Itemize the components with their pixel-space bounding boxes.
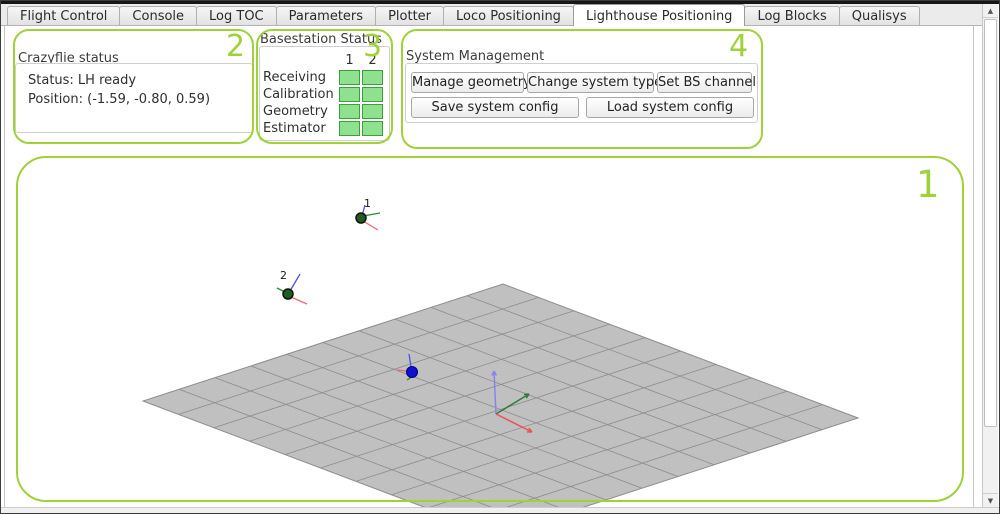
change-system-type-button[interactable]: Change system type <box>527 72 654 93</box>
svg-text:1: 1 <box>364 197 371 210</box>
tab-bar: Flight Control Console Log TOC Parameter… <box>1 4 983 26</box>
tab-log-blocks[interactable]: Log Blocks <box>744 6 839 25</box>
bs-row-estimator: Estimator <box>263 121 337 137</box>
position-text: Position: (-1.59, -0.80, 0.59) <box>28 92 210 107</box>
status-indicator-geometry-2 <box>362 104 383 119</box>
status-indicator-estimator-1 <box>339 121 360 136</box>
tab-loco-positioning[interactable]: Loco Positioning <box>443 6 574 25</box>
status-indicator-geometry-1 <box>339 104 360 119</box>
status-indicator-calibration-2 <box>362 87 383 102</box>
scroll-down-icon[interactable]: ▼ <box>983 493 998 507</box>
tab-lighthouse-positioning[interactable]: Lighthouse Positioning <box>573 4 746 26</box>
status-bar <box>1 507 999 514</box>
basestation-status-table: 1 2 Receiving Calibration Geometry Estim… <box>263 53 383 137</box>
set-bs-channel-button[interactable]: Set BS channel <box>657 72 752 93</box>
bs-column-1: 1 <box>339 53 360 69</box>
bs-row-calibration: Calibration <box>263 87 337 103</box>
tab-qualisys[interactable]: Qualisys <box>839 6 920 25</box>
scroll-up-icon[interactable]: ▲ <box>983 4 998 18</box>
tab-console[interactable]: Console <box>119 6 197 25</box>
basestation-status-title: Basestation Status <box>259 32 383 47</box>
load-system-config-button[interactable]: Load system config <box>586 97 754 118</box>
tab-log-toc[interactable]: Log TOC <box>196 6 277 25</box>
tab-flight-control[interactable]: Flight Control <box>7 6 120 25</box>
status-text: Status: LH ready <box>28 73 136 88</box>
status-indicator-receiving-1 <box>339 70 360 85</box>
bs-row-receiving: Receiving <box>263 70 337 86</box>
tab-plotter[interactable]: Plotter <box>375 6 444 25</box>
app-window: Flight Control Console Log TOC Parameter… <box>0 0 1000 514</box>
svg-text:2: 2 <box>280 269 287 282</box>
status-indicator-calibration-1 <box>339 87 360 102</box>
bs-column-2: 2 <box>362 53 383 69</box>
system-management-title: System Management <box>405 49 545 64</box>
tab-parameters[interactable]: Parameters <box>276 6 376 25</box>
vertical-scrollbar[interactable]: ▲ ▼ <box>982 4 998 507</box>
status-indicator-receiving-2 <box>362 70 383 85</box>
save-system-config-button[interactable]: Save system config <box>411 97 579 118</box>
manage-geometry-button[interactable]: Manage geometry <box>411 72 524 93</box>
scrollbar-thumb[interactable] <box>984 19 997 427</box>
status-indicator-estimator-2 <box>362 121 383 136</box>
bs-row-geometry: Geometry <box>263 104 337 120</box>
